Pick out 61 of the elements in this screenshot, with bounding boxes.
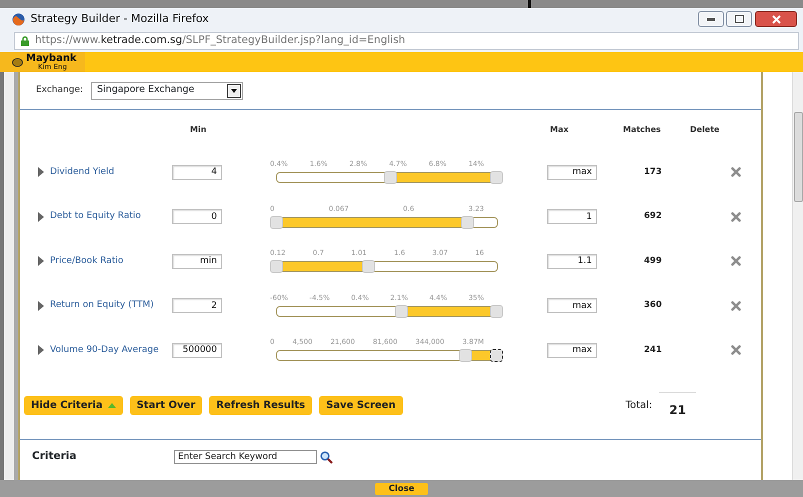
criterion-link[interactable]: Dividend Yield (50, 166, 114, 179)
action-button[interactable]: Save Screen (319, 396, 403, 415)
min-field[interactable]: min (172, 254, 222, 269)
match-count: 173 (644, 166, 663, 179)
column-header: Matches (623, 124, 662, 136)
min-field[interactable]: 2 (172, 298, 222, 314)
expand-arrow-icon[interactable] (38, 256, 44, 266)
delete-icon[interactable] (731, 212, 741, 222)
minimize-button[interactable] (698, 11, 724, 27)
action-button[interactable]: Hide Criteria (24, 396, 123, 415)
browser-icon (12, 12, 25, 26)
close-button[interactable] (755, 11, 797, 27)
window-title: Strategy Builder - Mozilla Firefox (30, 10, 210, 27)
close-icon (772, 14, 780, 24)
max-field[interactable]: max (547, 342, 597, 358)
min-field[interactable]: 0 (172, 209, 222, 224)
address-field[interactable]: https://www.ketrade.com.sg/SLPF_StrategyBuilder.jsp?lang_id=English (14, 32, 799, 50)
match-count: 241 (644, 344, 663, 357)
delete-icon[interactable] (731, 167, 741, 178)
criterion-link[interactable]: Price/Book Ratio (50, 254, 124, 268)
max-field[interactable]: 1.1 (547, 254, 597, 269)
expand-arrow-icon[interactable] (38, 212, 44, 222)
column-header: Min (190, 124, 208, 136)
delete-icon[interactable] (731, 300, 741, 311)
min-field[interactable]: 500000 (172, 342, 222, 358)
caret-icon (231, 88, 238, 92)
expand-arrow-icon[interactable] (38, 167, 44, 178)
total-value: 21 (659, 392, 696, 419)
action-button[interactable]: Start Over (130, 396, 202, 415)
match-count: 692 (644, 210, 663, 224)
close-button[interactable]: Close (375, 482, 428, 494)
search-icon[interactable] (320, 450, 333, 464)
action-button[interactable]: Refresh Results (209, 396, 312, 415)
criteria-label: Criteria (32, 449, 78, 464)
delete-icon[interactable] (731, 256, 741, 266)
column-header: Max (550, 124, 570, 136)
max-field[interactable]: max (547, 298, 597, 314)
expand-arrow-icon[interactable] (38, 345, 44, 356)
slider-handle[interactable] (490, 349, 503, 362)
max-field[interactable]: 1 (547, 209, 597, 224)
search-field[interactable]: Enter Search Keyword (174, 450, 317, 464)
match-count: 499 (644, 254, 663, 268)
total-label: Total: (626, 399, 652, 413)
minimize-icon (706, 18, 714, 20)
criterion-link[interactable]: Debt to Equity Ratio (50, 210, 141, 224)
exchange-dropdown[interactable]: Singapore Exchange (91, 82, 244, 100)
url-text: https://www.ketrade.com.sg/SLPF_StrategyBuilder.jsp?lang_id=English (35, 33, 406, 48)
collapse-arrow-icon (108, 403, 116, 408)
maximize-icon (734, 15, 744, 23)
scrollbar[interactable] (792, 72, 803, 480)
criterion-link[interactable]: Return on Equity (TTM) (50, 299, 154, 312)
column-header: Delete (690, 124, 720, 136)
criterion-link[interactable]: Volume 90-Day Average (50, 344, 159, 357)
exchange-label: Exchange: (36, 84, 84, 97)
maximize-button[interactable] (726, 11, 752, 27)
min-field[interactable]: 4 (172, 164, 222, 180)
lock-icon (21, 36, 29, 46)
delete-icon[interactable] (731, 345, 741, 356)
match-count: 360 (644, 299, 663, 312)
expand-arrow-icon[interactable] (38, 300, 44, 311)
max-field[interactable]: max (547, 164, 597, 180)
